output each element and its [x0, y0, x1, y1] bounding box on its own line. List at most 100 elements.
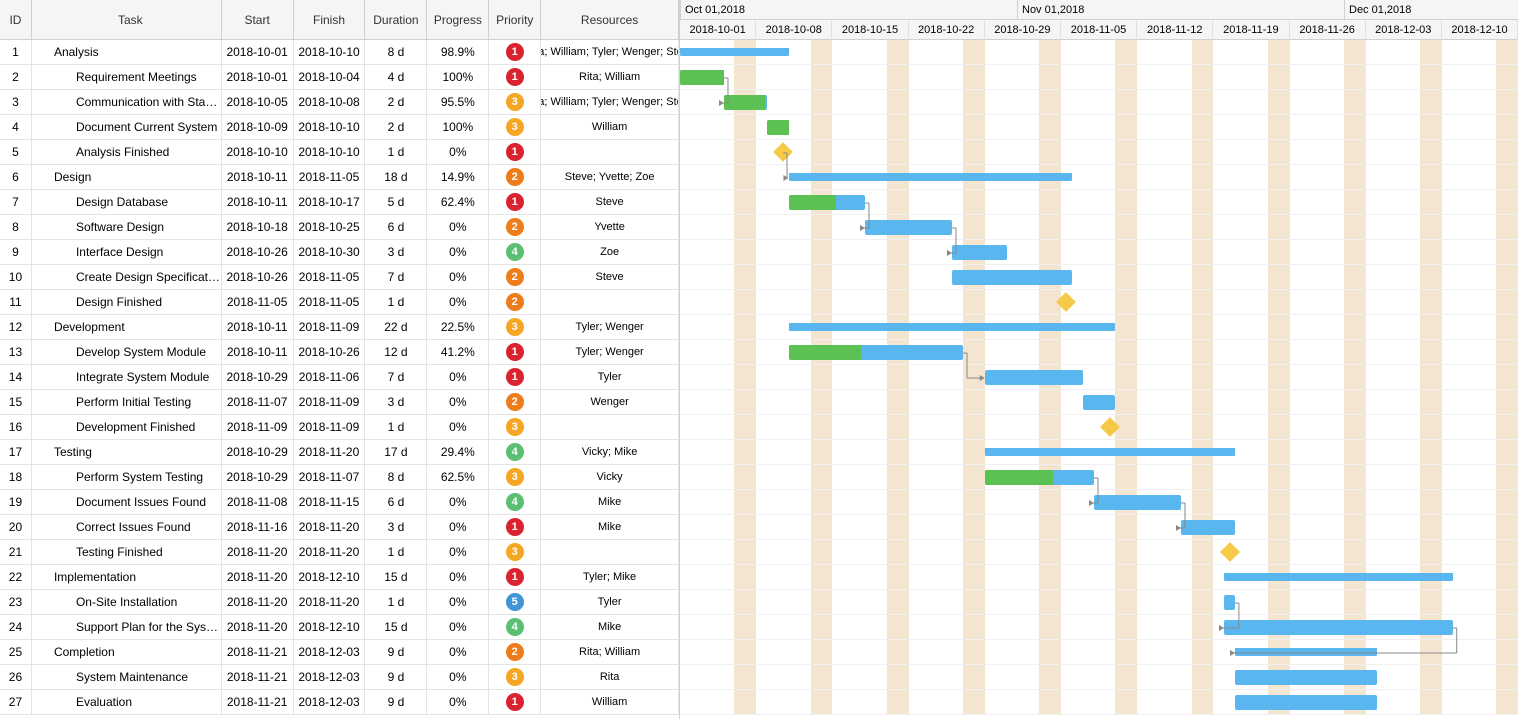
cell-finish: 2018-10-10	[294, 40, 366, 64]
col-priority[interactable]: Priority	[489, 0, 541, 39]
table-row[interactable]: 3Communication with Stakeholders2018-10-…	[0, 90, 679, 115]
col-id[interactable]: ID	[0, 0, 32, 39]
table-row[interactable]: 11Design Finished2018-11-052018-11-051 d…	[0, 290, 679, 315]
priority-badge: 1	[506, 143, 524, 161]
task-bar[interactable]	[789, 345, 963, 360]
cell-start: 2018-11-20	[222, 565, 294, 589]
table-row[interactable]: 17Testing2018-10-292018-11-2017 d29.4%4V…	[0, 440, 679, 465]
cell-finish: 2018-11-05	[294, 290, 366, 314]
summary-bar[interactable]	[1224, 573, 1453, 581]
month-label: Nov 01,2018	[1017, 0, 1084, 20]
task-bar[interactable]	[1083, 395, 1116, 410]
table-row[interactable]: 22Implementation2018-11-202018-12-1015 d…	[0, 565, 679, 590]
cell-task: Support Plan for the System	[32, 615, 222, 639]
cell-duration: 1 d	[365, 590, 427, 614]
gantt-row	[680, 115, 1518, 140]
cell-finish: 2018-10-30	[294, 240, 366, 264]
cell-priority: 3	[489, 90, 541, 114]
task-bar[interactable]	[1224, 620, 1453, 635]
table-row[interactable]: 14Integrate System Module2018-10-292018-…	[0, 365, 679, 390]
cell-resources: Tyler	[541, 590, 679, 614]
col-resources[interactable]: Resources	[541, 0, 679, 39]
table-row[interactable]: 26System Maintenance2018-11-212018-12-03…	[0, 665, 679, 690]
table-row[interactable]: 13Develop System Module2018-10-112018-10…	[0, 340, 679, 365]
task-bar[interactable]	[1094, 495, 1181, 510]
table-row[interactable]: 12Development2018-10-112018-11-0922 d22.…	[0, 315, 679, 340]
cell-progress: 29.4%	[427, 440, 489, 464]
task-bar[interactable]	[952, 245, 1006, 260]
table-row[interactable]: 8Software Design2018-10-182018-10-256 d0…	[0, 215, 679, 240]
cell-start: 2018-10-29	[222, 365, 294, 389]
table-row[interactable]: 5Analysis Finished2018-10-102018-10-101 …	[0, 140, 679, 165]
table-row[interactable]: 21Testing Finished2018-11-202018-11-201 …	[0, 540, 679, 565]
cell-finish: 2018-11-20	[294, 515, 366, 539]
gantt-timeline[interactable]: Oct 01,2018Nov 01,2018Dec 01,2018 2018-1…	[680, 0, 1518, 719]
summary-bar[interactable]	[1235, 648, 1377, 656]
summary-bar[interactable]	[680, 48, 789, 56]
task-bar[interactable]	[724, 95, 768, 110]
task-table: ID Task Start Finish Duration Progress P…	[0, 0, 680, 719]
table-row[interactable]: 10Create Design Specifications2018-10-26…	[0, 265, 679, 290]
cell-resources: Steve; Yvette; Zoe	[541, 165, 679, 189]
priority-badge: 3	[506, 118, 524, 136]
summary-bar[interactable]	[789, 323, 1116, 331]
col-task[interactable]: Task	[32, 0, 222, 39]
gantt-row	[680, 90, 1518, 115]
col-duration[interactable]: Duration	[365, 0, 427, 39]
col-progress[interactable]: Progress	[427, 0, 489, 39]
cell-start: 2018-11-20	[222, 615, 294, 639]
progress-fill	[724, 95, 766, 110]
priority-badge: 3	[506, 468, 524, 486]
table-row[interactable]: 7Design Database2018-10-112018-10-175 d6…	[0, 190, 679, 215]
task-bar[interactable]	[985, 470, 1094, 485]
cell-task: Design	[32, 165, 222, 189]
table-row[interactable]: 9Interface Design2018-10-262018-10-303 d…	[0, 240, 679, 265]
gantt-chart: ID Task Start Finish Duration Progress P…	[0, 0, 1518, 719]
task-bar[interactable]	[789, 195, 865, 210]
task-bar[interactable]	[1181, 520, 1235, 535]
task-bar[interactable]	[985, 370, 1083, 385]
col-start[interactable]: Start	[222, 0, 294, 39]
table-row[interactable]: 25Completion2018-11-212018-12-039 d0%2Ri…	[0, 640, 679, 665]
milestone-icon[interactable]	[1100, 417, 1120, 437]
table-row[interactable]: 23On-Site Installation2018-11-202018-11-…	[0, 590, 679, 615]
table-row[interactable]: 6Design2018-10-112018-11-0518 d14.9%2Ste…	[0, 165, 679, 190]
task-bar[interactable]	[1235, 695, 1377, 710]
cell-progress: 0%	[427, 540, 489, 564]
task-bar[interactable]	[767, 120, 789, 135]
table-row[interactable]: 15Perform Initial Testing2018-11-072018-…	[0, 390, 679, 415]
milestone-icon[interactable]	[1220, 542, 1240, 562]
milestone-icon[interactable]	[774, 142, 794, 162]
cell-start: 2018-11-21	[222, 640, 294, 664]
cell-priority: 1	[489, 515, 541, 539]
table-row[interactable]: 19Document Issues Found2018-11-082018-11…	[0, 490, 679, 515]
cell-finish: 2018-10-10	[294, 140, 366, 164]
table-row[interactable]: 16Development Finished2018-11-092018-11-…	[0, 415, 679, 440]
table-row[interactable]: 4Document Current System2018-10-092018-1…	[0, 115, 679, 140]
task-bar[interactable]	[1235, 670, 1377, 685]
table-row[interactable]: 1Analysis2018-10-012018-10-108 d98.9%1Ri…	[0, 40, 679, 65]
summary-bar[interactable]	[985, 448, 1235, 456]
table-row[interactable]: 18Perform System Testing2018-10-292018-1…	[0, 465, 679, 490]
week-label: 2018-12-03	[1366, 20, 1442, 40]
cell-task: Perform Initial Testing	[32, 390, 222, 414]
cell-progress: 0%	[427, 565, 489, 589]
task-bar[interactable]	[952, 270, 1072, 285]
cell-id: 12	[0, 315, 32, 339]
cell-priority: 1	[489, 340, 541, 364]
task-bar[interactable]	[865, 220, 952, 235]
cell-priority: 4	[489, 615, 541, 639]
task-bar[interactable]	[680, 70, 724, 85]
col-finish[interactable]: Finish	[294, 0, 366, 39]
table-row[interactable]: 20Correct Issues Found2018-11-162018-11-…	[0, 515, 679, 540]
table-row[interactable]: 2Requirement Meetings2018-10-012018-10-0…	[0, 65, 679, 90]
cell-resources	[541, 290, 679, 314]
task-bar[interactable]	[1224, 595, 1235, 610]
cell-priority: 4	[489, 440, 541, 464]
cell-resources: Tyler	[541, 365, 679, 389]
milestone-icon[interactable]	[1057, 292, 1077, 312]
table-row[interactable]: 27Evaluation2018-11-212018-12-039 d0%1Wi…	[0, 690, 679, 715]
table-row[interactable]: 24Support Plan for the System2018-11-202…	[0, 615, 679, 640]
summary-bar[interactable]	[789, 173, 1072, 181]
cell-priority: 2	[489, 640, 541, 664]
